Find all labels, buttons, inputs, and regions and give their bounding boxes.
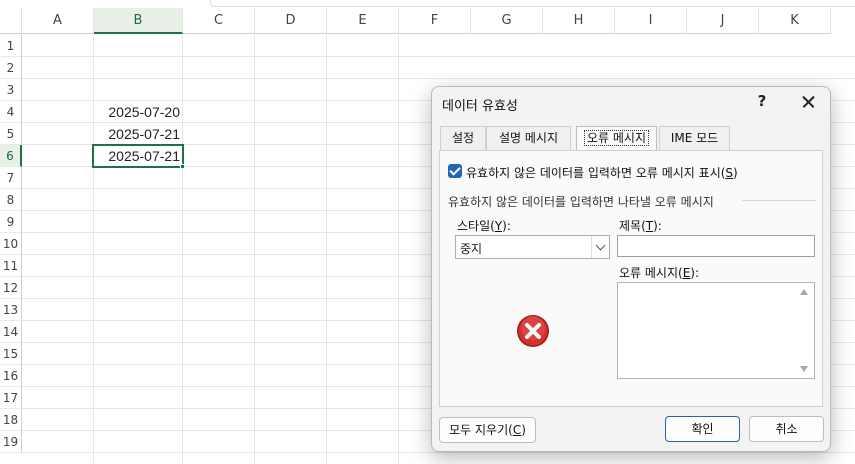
help-button[interactable]: ?: [750, 92, 774, 114]
gridline: [22, 452, 855, 453]
clear-all-button[interactable]: 모두 지우기(C): [439, 417, 536, 443]
row-header-15[interactable]: 15: [0, 343, 22, 365]
tab-label: 설명 메시지: [498, 131, 558, 145]
cell-b4[interactable]: 2025-07-20: [94, 101, 182, 123]
row-header-10[interactable]: 10: [0, 233, 22, 255]
scroll-up-icon[interactable]: [800, 289, 808, 295]
tab-ime-mode[interactable]: IME 모드: [659, 126, 730, 150]
column-header-i[interactable]: I: [615, 8, 687, 34]
row-header-19[interactable]: 19: [0, 431, 22, 453]
label-text: 오류 메시지(: [619, 266, 683, 280]
stop-error-icon: [517, 315, 549, 347]
column-header-f[interactable]: F: [399, 8, 471, 34]
show-error-checkbox[interactable]: [448, 164, 462, 178]
active-cell-border: [92, 144, 184, 168]
column-header-b[interactable]: B: [94, 8, 183, 34]
row-header-13[interactable]: 13: [0, 299, 22, 321]
chevron-down-icon[interactable]: [591, 236, 609, 258]
label-suffix: ): [521, 423, 526, 437]
gridline: [22, 78, 855, 79]
column-header-j[interactable]: J: [687, 8, 759, 34]
label-text: 스타일(: [457, 219, 495, 233]
mnemonic: T: [645, 219, 654, 233]
column-header-g[interactable]: G: [471, 8, 543, 34]
select-all-corner[interactable]: [0, 8, 22, 34]
tab-settings[interactable]: 설정: [440, 126, 486, 150]
label-suffix: ):: [690, 266, 700, 280]
column-header-a[interactable]: A: [22, 8, 94, 34]
column-header-h[interactable]: H: [543, 8, 615, 34]
mnemonic: S: [725, 166, 734, 180]
dialog-title: 데이터 유효성: [442, 99, 518, 114]
scroll-down-icon[interactable]: [800, 366, 808, 372]
row-header-12[interactable]: 12: [0, 277, 22, 299]
tab-label: 설정: [451, 131, 475, 145]
row-header-16[interactable]: 16: [0, 365, 22, 387]
row-header-4[interactable]: 4: [0, 101, 22, 123]
label-text: 유효하지 않은 데이터를 입력하면 오류 메시지 표시(: [466, 166, 726, 180]
label-text: 모두 지우기(: [449, 423, 513, 437]
show-error-label[interactable]: 유효하지 않은 데이터를 입력하면 오류 메시지 표시(S): [466, 164, 738, 181]
row-header-14[interactable]: 14: [0, 321, 22, 343]
title-input[interactable]: [617, 235, 815, 257]
column-header-c[interactable]: C: [183, 8, 255, 34]
row-header-18[interactable]: 18: [0, 409, 22, 431]
formula-bar-edge: [210, 0, 855, 7]
label-suffix: ):: [653, 219, 662, 233]
error-message-label: 오류 메시지(E):: [619, 264, 699, 281]
row-header-1[interactable]: 1: [0, 35, 22, 57]
ok-button[interactable]: 확인: [665, 416, 740, 442]
tab-error-alert[interactable]: 오류 메시지: [576, 126, 657, 151]
style-label: 스타일(Y):: [457, 217, 511, 234]
row-header-8[interactable]: 8: [0, 189, 22, 211]
row-header-5[interactable]: 5: [0, 123, 22, 145]
column-header-k[interactable]: K: [759, 8, 831, 34]
cell-b5[interactable]: 2025-07-21: [94, 123, 182, 145]
column-header-e[interactable]: E: [327, 8, 399, 34]
row-header-2[interactable]: 2: [0, 57, 22, 79]
row-header-6[interactable]: 6: [0, 145, 22, 167]
row-header-7[interactable]: 7: [0, 167, 22, 189]
style-value: 중지: [460, 242, 483, 256]
row-header-17[interactable]: 17: [0, 387, 22, 409]
mnemonic: C: [512, 423, 522, 437]
data-validation-dialog: 데이터 유효성 ? 설정 설명 메시지 오류 메시지 IME 모드 유효하지 않…: [431, 86, 831, 452]
label-suffix: ): [733, 166, 738, 180]
gridline: [22, 56, 855, 57]
row-header-9[interactable]: 9: [0, 211, 22, 233]
row-header-11[interactable]: 11: [0, 255, 22, 277]
group-divider: [742, 200, 816, 201]
cancel-button[interactable]: 취소: [749, 416, 824, 442]
title-label: 제목(T):: [619, 217, 662, 234]
tab-label: 오류 메시지: [583, 130, 650, 146]
row-header-3[interactable]: 3: [0, 79, 22, 101]
error-message-textarea[interactable]: [617, 282, 815, 379]
tab-input-message[interactable]: 설명 메시지: [486, 126, 571, 150]
tab-label: IME 모드: [670, 131, 719, 145]
style-dropdown[interactable]: 중지: [455, 235, 610, 259]
label-text: 제목(: [619, 219, 646, 233]
group-label: 유효하지 않은 데이터를 입력하면 나타낼 오류 메시지: [448, 195, 714, 209]
label-suffix: ):: [502, 219, 511, 233]
close-icon[interactable]: [794, 89, 822, 115]
column-header-d[interactable]: D: [255, 8, 327, 34]
fill-handle[interactable]: [180, 164, 185, 169]
